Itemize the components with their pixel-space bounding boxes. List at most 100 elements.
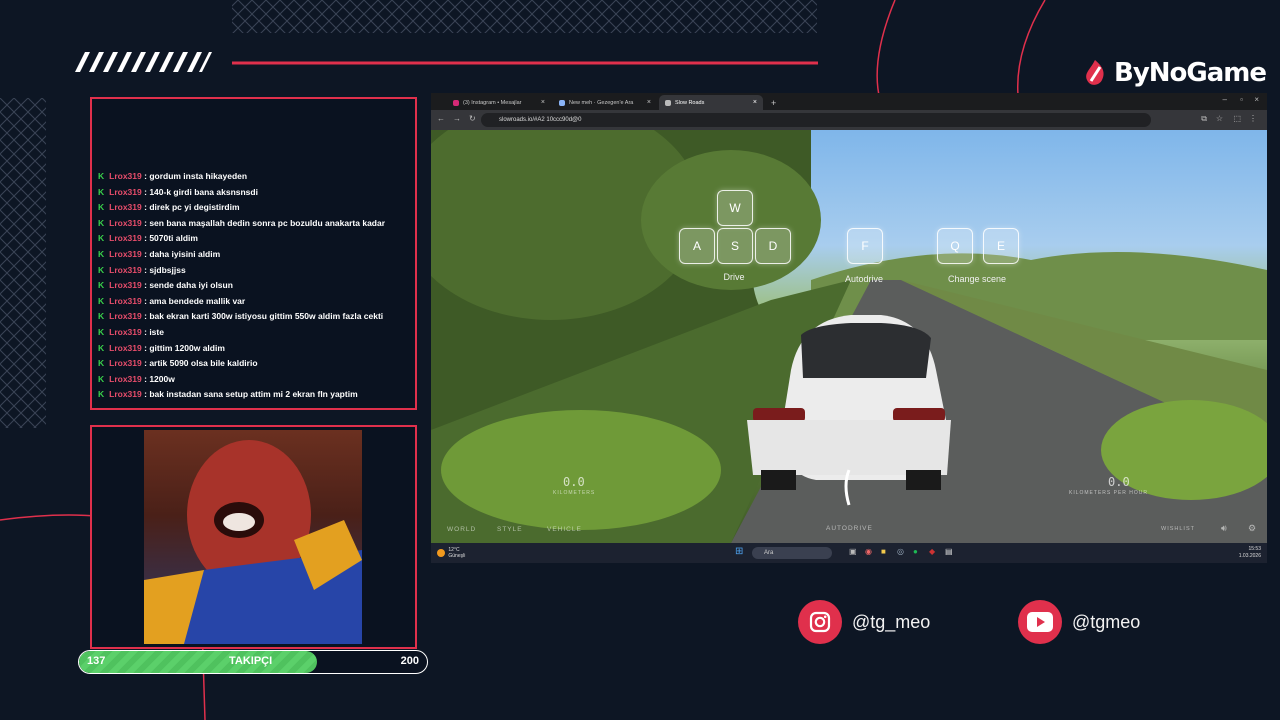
taskbar-search[interactable]: Ara — [752, 547, 832, 559]
app2-icon[interactable]: ▤ — [945, 547, 953, 556]
chat-username: Lrox319 — [109, 233, 142, 244]
weather-desc: Güneşli — [448, 553, 466, 559]
menu-tab-world[interactable]: WORLD — [447, 526, 476, 533]
kick-badge-icon: K — [98, 217, 105, 228]
chrome-icon[interactable]: ◉ — [865, 547, 872, 556]
autodrive-indicator: AUTODRIVE — [826, 525, 873, 532]
tab-instagram[interactable]: (3) Instagram • Mesajlar × — [447, 95, 551, 110]
taskbar-clock[interactable]: 15:53 1.03.2026 — [1239, 546, 1261, 560]
settings-gear-icon[interactable]: ⚙ — [1248, 523, 1257, 534]
tab-title: New meh · Gezegen'e Ara — [569, 99, 634, 106]
reload-icon[interactable]: ↻ — [469, 114, 476, 123]
key-s[interactable]: S — [717, 228, 753, 264]
kick-badge-icon: K — [98, 358, 105, 369]
chat-text: : gittim 1200w aldim — [141, 342, 225, 353]
chat-panel: K Lrox319 : gordum insta hikayeden K Lrox31… — [90, 97, 417, 410]
game-viewport[interactable]: W A S D Drive F Autodrive Q E Change sce… — [431, 130, 1267, 543]
chat-text: : 1200w — [141, 373, 175, 384]
key-a[interactable]: A — [679, 228, 715, 264]
close-icon[interactable]: × — [541, 99, 545, 106]
chat-text: : ama bendede mallik var — [141, 295, 246, 306]
tab-search[interactable]: New meh · Gezegen'e Ara × — [553, 95, 657, 110]
kick-badge-icon: K — [98, 280, 105, 291]
spotify-icon[interactable]: ● — [913, 547, 918, 556]
menu-tab-style[interactable]: STYLE — [497, 526, 523, 533]
steam-icon[interactable]: ◎ — [897, 547, 904, 556]
key-q[interactable]: Q — [937, 228, 973, 264]
forward-icon[interactable]: → — [453, 114, 461, 123]
follower-label: TAKIPÇI — [229, 655, 273, 667]
folder-icon[interactable]: ■ — [881, 547, 886, 556]
kick-badge-icon: K — [98, 373, 105, 384]
change-scene-label: Change scene — [947, 274, 1007, 284]
kick-badge-icon: K — [98, 249, 105, 260]
chat-text: : bak ekran karti 300w istiyosu gittim 5… — [141, 311, 384, 322]
chat-text: : 5070ti aldim — [141, 233, 198, 244]
chat-message: K Lrox319 : 1200w — [98, 372, 409, 388]
task-view-icon[interactable]: ▣ — [849, 547, 857, 556]
chat-username: Lrox319 — [109, 311, 142, 322]
maximize-icon[interactable]: ▫ — [1240, 95, 1243, 104]
wishlist-button[interactable]: WISHLIST — [1161, 526, 1195, 532]
minimize-icon[interactable]: – — [1223, 95, 1227, 104]
chat-username: Lrox319 — [109, 327, 142, 338]
key-d[interactable]: D — [755, 228, 791, 264]
chat-message: K Lrox319 : gordum insta hikayeden — [98, 169, 409, 185]
app-icon[interactable]: ◆ — [929, 547, 935, 556]
close-icon[interactable]: × — [647, 99, 651, 106]
kick-badge-icon: K — [98, 186, 105, 197]
key-w[interactable]: W — [717, 190, 753, 226]
back-icon[interactable]: ← — [437, 114, 445, 123]
chat-message: K Lrox319 : sen bana maşallah dedin sonra… — [98, 216, 409, 232]
chat-message: K Lrox319 : bak instadan sana setup attim… — [98, 387, 409, 403]
start-windows-icon[interactable]: ⊞ — [735, 546, 743, 557]
key-f[interactable]: F — [847, 228, 883, 264]
menu-tab-vehicle[interactable]: VEHICLE — [547, 526, 582, 533]
window-close-icon[interactable]: × — [1254, 95, 1259, 104]
follower-goal: 200 — [400, 655, 419, 667]
kick-badge-icon: K — [98, 327, 105, 338]
translate-icon[interactable]: ⧉ — [1201, 114, 1207, 124]
kick-badge-icon: K — [98, 233, 105, 244]
tab-title: Slow Roads — [675, 99, 705, 106]
chat-username: Lrox319 — [109, 264, 142, 275]
menu-icon[interactable]: ⋮ — [1249, 114, 1257, 123]
brand-name: ByNoGame — [1114, 58, 1267, 88]
windows-taskbar: 12°C Güneşli ⊞ Ara ▣ ◉ ■ ◎ ● ◆ ▤ 15:53 1… — [431, 543, 1267, 563]
key-e[interactable]: E — [983, 228, 1019, 264]
chat-message: K Lrox319 : bak ekran karti 300w istiyosu… — [98, 309, 409, 325]
globe-favicon-icon — [559, 99, 565, 106]
clock-date: 1.03.2026 — [1238, 553, 1261, 559]
chat-text: : iste — [141, 327, 164, 338]
extensions-icon[interactable]: ⬚ — [1233, 114, 1241, 123]
follower-count: 137 — [87, 655, 106, 667]
close-icon[interactable]: × — [753, 99, 757, 106]
chat-message: K Lrox319 : direk pc yi degistirdim — [98, 200, 409, 216]
tab-slow-roads[interactable]: Slow Roads × — [659, 95, 763, 110]
chat-message: K Lrox319 : gittim 1200w aldim — [98, 341, 409, 357]
webcam-person-image — [144, 440, 362, 644]
weather-widget[interactable]: 12°C Güneşli — [437, 547, 465, 559]
chat-message: K Lrox319 : 5070ti aldim — [98, 231, 409, 247]
kick-badge-icon: K — [98, 311, 105, 322]
chat-message: K Lrox319 : 140-k girdi bana aksnsnsdi — [98, 185, 409, 201]
instagram-icon — [798, 600, 842, 644]
bookmark-icon[interactable]: ☆ — [1216, 114, 1223, 123]
url-input[interactable]: slowroads.io/#A2 10ccc90d@0 — [481, 113, 1151, 127]
chat-username: Lrox319 — [109, 186, 142, 197]
chat-message: K Lrox319 : artik 5090 olsa bile kaldirio — [98, 356, 409, 372]
distance-unit: KILOMETERS — [553, 490, 596, 496]
sun-icon — [437, 549, 445, 557]
brand-flame-icon — [1086, 60, 1104, 85]
distance-value: 0.0 — [563, 475, 585, 489]
chat-text: : sende daha iyi olsun — [141, 280, 233, 291]
volume-icon[interactable]: 🔊︎ — [1221, 523, 1228, 534]
kick-badge-icon: K — [98, 389, 105, 400]
youtube-handle: @tgmeo — [1072, 611, 1141, 632]
chat-text: : artik 5090 olsa bile kaldirio — [141, 358, 258, 369]
chat-username: Lrox319 — [109, 171, 142, 182]
new-tab-button[interactable]: + — [765, 95, 779, 110]
webcam-feed — [144, 430, 362, 644]
kick-badge-icon: K — [98, 202, 105, 213]
speed-value: 0.0 — [1108, 475, 1130, 489]
